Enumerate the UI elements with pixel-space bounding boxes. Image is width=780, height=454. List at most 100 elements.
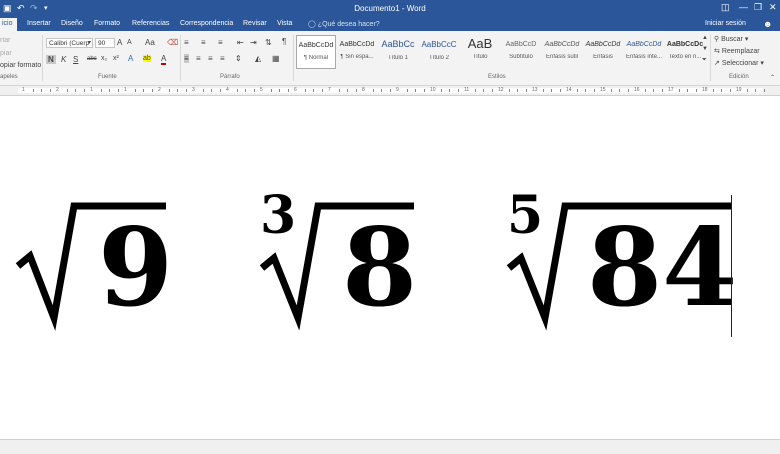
tab-vista[interactable]: Vista bbox=[277, 20, 292, 27]
copy-button[interactable]: piar bbox=[0, 50, 12, 57]
shrink-font-button[interactable]: A bbox=[127, 39, 132, 46]
tab-inicio[interactable]: icio bbox=[0, 18, 17, 31]
subscript-button[interactable]: x₂ bbox=[101, 55, 107, 62]
style-preview: AaBbCcC bbox=[421, 40, 457, 49]
style-titulo[interactable]: AaB Título bbox=[460, 35, 500, 69]
style-sin-espaciado[interactable]: AaBbCcDd ¶ Sin espa... bbox=[337, 35, 377, 69]
style-enfasis[interactable]: AaBbCcDd Énfasis bbox=[583, 35, 623, 69]
close-icon[interactable]: ✕ bbox=[769, 2, 777, 13]
ruler-tick bbox=[585, 89, 586, 92]
sign-in-link[interactable]: Iniciar sesión bbox=[705, 20, 746, 27]
ruler-tick bbox=[321, 89, 323, 92]
change-case-button[interactable]: Aa bbox=[145, 38, 155, 47]
ruler-tick bbox=[406, 89, 408, 92]
superscript-button[interactable]: x² bbox=[113, 55, 119, 62]
bold-button[interactable]: N bbox=[46, 55, 56, 64]
tab-insertar[interactable]: Insertar bbox=[27, 20, 51, 27]
more-styles-icon[interactable]: ⏷ bbox=[702, 57, 707, 64]
ruler-tick bbox=[143, 89, 144, 92]
tab-referencias[interactable]: Referencias bbox=[132, 20, 169, 27]
numbering-icon[interactable]: ≡ bbox=[201, 38, 206, 47]
ruler-tick bbox=[721, 89, 722, 92]
multilevel-list-icon[interactable]: ≡ bbox=[218, 38, 223, 47]
ruler-number: 2 bbox=[56, 87, 59, 93]
style-enfasis-sutil[interactable]: AaBbCcDd Énfasis sutil bbox=[542, 35, 582, 69]
replace-icon: ⇆ bbox=[714, 48, 720, 55]
restore-icon[interactable]: ❐ bbox=[754, 2, 762, 13]
bullets-icon[interactable]: ≡ bbox=[184, 38, 189, 47]
increase-indent-icon[interactable]: ⇥ bbox=[250, 38, 257, 47]
ruler-number: 17 bbox=[668, 87, 674, 93]
chevron-down-icon: ▾ bbox=[744, 36, 749, 43]
clear-formatting-icon[interactable]: ⌫ bbox=[167, 38, 178, 47]
style-enfasis-intenso[interactable]: AaBbCcDd Énfasis inte... bbox=[624, 35, 664, 69]
share-icon[interactable]: ☻ bbox=[763, 19, 772, 29]
align-center-icon[interactable]: ≡ bbox=[196, 54, 201, 63]
underline-button[interactable]: S bbox=[73, 55, 78, 64]
tab-correspondencia[interactable]: Correspondencia bbox=[180, 20, 233, 27]
ruler-tick bbox=[695, 89, 697, 92]
style-preview: AaBbCcDd bbox=[626, 41, 662, 48]
chevron-down-icon[interactable]: ▼ bbox=[702, 46, 708, 52]
strikethrough-button[interactable]: abc bbox=[87, 56, 97, 62]
font-name-combo[interactable]: Calibri (Cuerp bbox=[46, 38, 93, 48]
highlight-button[interactable]: ab bbox=[143, 55, 151, 62]
tab-diseno[interactable]: Diseño bbox=[61, 20, 83, 27]
style-name: Título 1 bbox=[387, 55, 408, 61]
style-texto-en-negrita[interactable]: AaBbCcDc Texto en n... bbox=[665, 35, 705, 69]
style-preview: AaBbCcDc bbox=[666, 41, 704, 48]
ruler-tick bbox=[202, 89, 204, 92]
ruler-tick bbox=[219, 89, 221, 92]
find-button[interactable]: ⚲ Buscar ▾ bbox=[714, 35, 748, 43]
select-button[interactable]: ↗ Seleccionar ▾ bbox=[714, 59, 764, 67]
borders-icon[interactable]: ▦ bbox=[272, 54, 280, 63]
minimize-icon[interactable]: — bbox=[739, 2, 748, 12]
grow-font-button[interactable]: A bbox=[117, 38, 122, 47]
justify-icon[interactable]: ≡ bbox=[220, 54, 225, 63]
align-right-icon[interactable]: ≡ bbox=[208, 54, 213, 63]
style-titulo-2[interactable]: AaBbCcC Título 2 bbox=[419, 35, 459, 69]
ruler-tick bbox=[279, 89, 280, 92]
decrease-indent-icon[interactable]: ⇤ bbox=[237, 38, 244, 47]
italic-button[interactable]: K bbox=[61, 55, 66, 64]
ruler-number: 1 bbox=[124, 87, 127, 93]
sort-icon[interactable]: ⇅ bbox=[265, 38, 272, 47]
style-preview: AaBbCc bbox=[381, 39, 415, 49]
style-titulo-1[interactable]: AaBbCc Título 1 bbox=[378, 35, 418, 69]
radical-expression[interactable]: 5 84 bbox=[505, 96, 737, 336]
tab-formato[interactable]: Formato bbox=[94, 20, 120, 27]
ruler-tick bbox=[763, 89, 765, 92]
shading-icon[interactable]: ◭ bbox=[255, 54, 261, 63]
radical-expression[interactable]: 3 8 bbox=[258, 96, 418, 336]
tell-me-box[interactable]: ◯ ¿Qué desea hacer? bbox=[308, 20, 380, 28]
font-size-combo[interactable]: 90 bbox=[95, 38, 115, 48]
tab-revisar[interactable]: Revisar bbox=[243, 20, 267, 27]
cut-button[interactable]: rtar bbox=[0, 37, 11, 44]
font-color-button[interactable]: A bbox=[161, 54, 167, 65]
radical-expression[interactable]: 9 bbox=[14, 96, 174, 336]
style-subtitulo[interactable]: AaBbCcD Subtítulo bbox=[501, 35, 541, 69]
ruler-tick bbox=[415, 89, 416, 92]
status-bar bbox=[0, 439, 780, 454]
line-spacing-icon[interactable]: ⇕ bbox=[235, 54, 242, 63]
style-normal[interactable]: AaBbCcDd ¶ Normal bbox=[296, 35, 336, 69]
horizontal-ruler[interactable]: 1 2 1 1 2 3 4 5 6 7 8 9 10 11 12 13 14 15 16 17 18 19 bbox=[0, 86, 780, 96]
chevron-down-icon[interactable]: ▾ bbox=[88, 39, 91, 46]
format-painter-button[interactable]: opiar formato bbox=[0, 62, 41, 69]
text-cursor bbox=[731, 195, 732, 337]
text-effects-button[interactable]: A bbox=[128, 54, 133, 63]
ruler-tick bbox=[270, 89, 272, 92]
replace-button[interactable]: ⇆ Reemplazar bbox=[714, 47, 760, 55]
align-left-icon[interactable]: ≡ bbox=[184, 54, 189, 63]
radicand: 9 bbox=[98, 205, 174, 331]
chevron-up-icon[interactable]: ▲ bbox=[702, 35, 708, 41]
ruler-tick bbox=[75, 89, 76, 92]
show-formatting-button[interactable]: ¶ bbox=[282, 37, 286, 46]
tell-me-placeholder: ¿Qué desea hacer? bbox=[317, 21, 380, 28]
ruler-tick bbox=[678, 89, 680, 92]
ribbon-display-options-icon[interactable]: ◫ bbox=[721, 2, 730, 13]
collapse-ribbon-icon[interactable]: ⌃ bbox=[770, 74, 775, 81]
style-name: Subtítulo bbox=[509, 54, 533, 60]
ruler-tick bbox=[746, 89, 748, 92]
style-preview: AaBbCcDd bbox=[339, 41, 375, 48]
